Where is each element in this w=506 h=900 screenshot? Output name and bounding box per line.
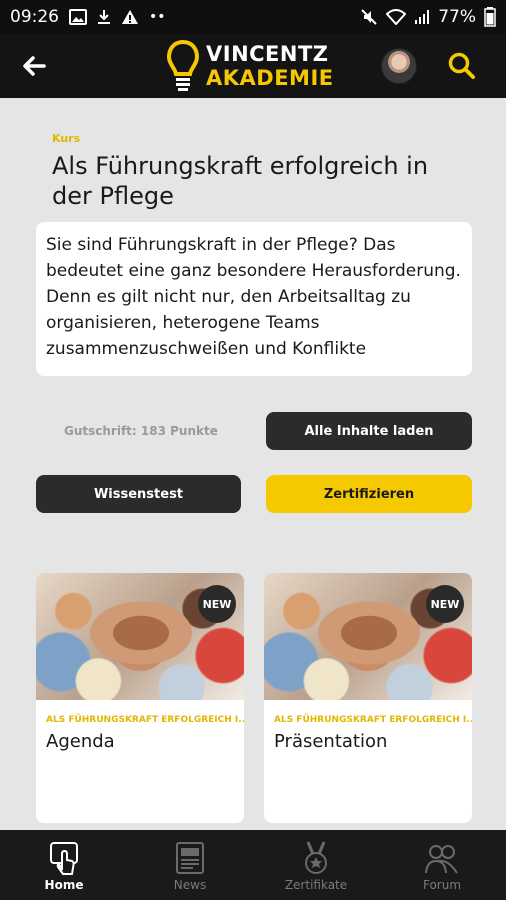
- course-title: Als Führungskraft erfolgreich in der Pfl…: [52, 152, 429, 210]
- content-card-agenda[interactable]: NEW ALS FÜHRUNGSKRAFT ERFOLGREICH I... A…: [36, 573, 244, 823]
- battery-icon: [484, 7, 496, 27]
- lightbulb-head-icon: [166, 39, 200, 91]
- hands-photo: [76, 593, 206, 673]
- content-card-presentation[interactable]: NEW ALS FÜHRUNGSKRAFT ERFOLGREICH I... P…: [264, 573, 472, 823]
- download-icon: [98, 10, 110, 24]
- card-image: NEW: [264, 573, 472, 700]
- knowledge-test-button[interactable]: Wissenstest: [36, 475, 241, 513]
- wifi-icon: [386, 9, 407, 25]
- nav-certificates[interactable]: Zertifikate: [268, 830, 364, 900]
- bottom-navigation: Home News Zertifikate Forum: [0, 830, 506, 900]
- more-notifications-icon: ••: [149, 9, 166, 25]
- home-touch-icon: [50, 842, 78, 875]
- nav-news[interactable]: News: [142, 830, 238, 900]
- credit-points: Gutschrift: 183 Punkte: [64, 424, 218, 438]
- image-icon: [69, 9, 87, 25]
- user-avatar[interactable]: [381, 48, 417, 84]
- search-icon[interactable]: [446, 50, 478, 82]
- newspaper-icon: [176, 842, 204, 874]
- hands-photo: [304, 593, 434, 673]
- load-all-content-button[interactable]: Alle Inhalte laden: [266, 412, 472, 450]
- course-description-card: Sie sind Führungskraft in der Pflege? Da…: [36, 222, 472, 376]
- status-time: 09:26: [10, 7, 59, 27]
- card-eyebrow: ALS FÜHRUNGSKRAFT ERFOLGREICH I...: [46, 715, 244, 725]
- card-title: Präsentation: [274, 731, 388, 752]
- new-badge: NEW: [426, 585, 464, 623]
- status-bar: 09:26 •• 77%: [0, 0, 506, 34]
- back-arrow-icon[interactable]: [18, 50, 50, 82]
- mute-icon: [361, 9, 377, 25]
- nav-label: Home: [44, 878, 84, 892]
- new-badge: NEW: [198, 585, 236, 623]
- warning-icon: [122, 10, 138, 24]
- battery-percent: 77%: [438, 7, 476, 27]
- certify-button[interactable]: Zertifizieren: [266, 475, 472, 513]
- course-description: Sie sind Führungskraft in der Pflege? Da…: [46, 235, 461, 359]
- nav-home[interactable]: Home: [16, 830, 112, 900]
- course-eyebrow: Kurs: [52, 132, 81, 145]
- medal-icon: [305, 841, 327, 874]
- nav-label: Zertifikate: [284, 878, 348, 892]
- nav-label: News: [173, 878, 207, 892]
- app-header: VINCENTZ AKADEMIE: [0, 34, 506, 98]
- logo-text: VINCENTZ AKADEMIE: [206, 42, 334, 90]
- signal-icon: [415, 10, 430, 24]
- card-image: NEW: [36, 573, 244, 700]
- logo-line-2: AKADEMIE: [206, 66, 334, 90]
- logo-line-1: VINCENTZ: [206, 42, 329, 66]
- card-eyebrow: ALS FÜHRUNGSKRAFT ERFOLGREICH I...: [274, 715, 472, 725]
- nav-label: Forum: [422, 878, 462, 892]
- people-icon: [425, 845, 458, 874]
- vincentz-akademie-logo[interactable]: VINCENTZ AKADEMIE: [166, 38, 334, 94]
- nav-forum[interactable]: Forum: [394, 830, 490, 900]
- card-title: Agenda: [46, 731, 115, 752]
